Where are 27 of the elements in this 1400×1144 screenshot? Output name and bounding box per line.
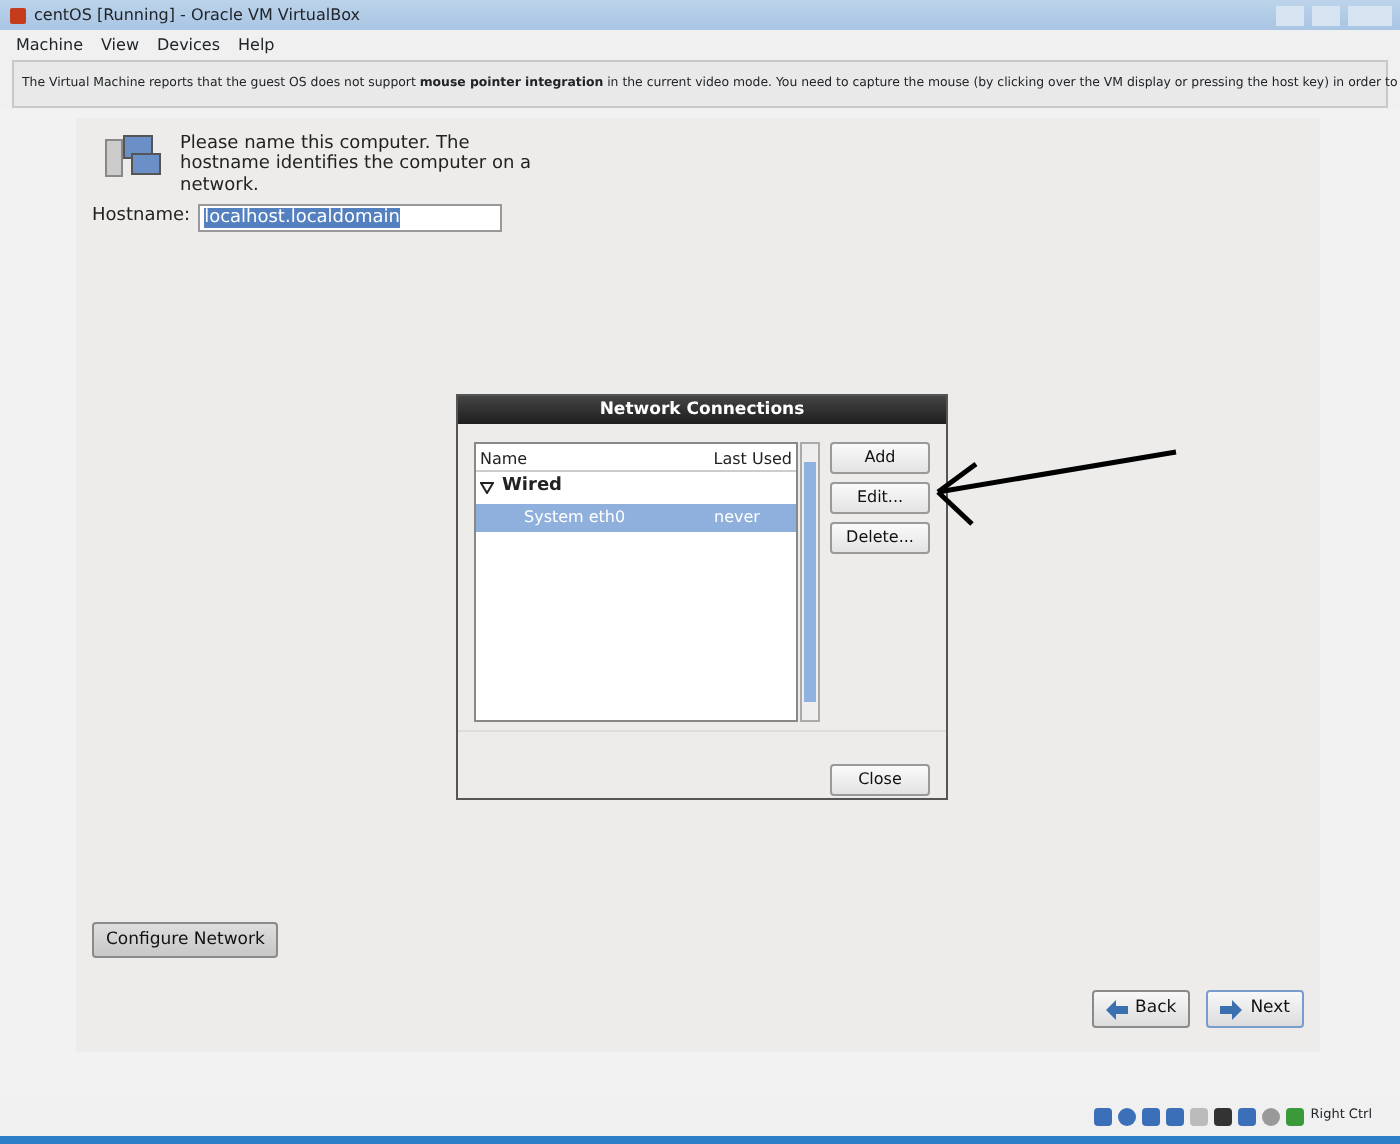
column-header[interactable]: Name [480, 448, 528, 466]
scrollbar[interactable] [800, 442, 820, 722]
app-icon [8, 5, 28, 25]
menu-item[interactable]: Devices [156, 34, 221, 54]
window-title: centOS [Running] - Oracle VM VirtualBox [34, 3, 360, 27]
next-arrow-icon [1220, 999, 1243, 1020]
last-used: never [714, 505, 760, 529]
group-label: Wired [502, 474, 562, 500]
configure-network-button[interactable]: Configure Network [92, 921, 279, 959]
computer-icon [104, 134, 164, 182]
column-header[interactable]: Last Used [713, 448, 792, 466]
hostname-field[interactable]: localhost.localdomain [198, 204, 503, 233]
add-button[interactable]: Add [830, 442, 930, 474]
next-button[interactable]: Next [1206, 990, 1304, 1028]
prompt-text: Please name this computer. The hostname identifies the computer on a network. [180, 134, 534, 197]
menu-item[interactable]: View [101, 34, 139, 54]
menu-item[interactable]: Help [238, 34, 275, 54]
back-arrow-icon [1105, 999, 1128, 1020]
delete-button[interactable]: Delete... [830, 522, 930, 554]
hostname-label: Hostname: [92, 204, 191, 231]
expander-icon[interactable] [480, 481, 494, 494]
back-button[interactable]: Back [1091, 990, 1191, 1028]
menu-item[interactable]: Machine [16, 34, 83, 54]
close-button[interactable]: Close [830, 764, 930, 796]
edit-button[interactable]: Edit... [830, 482, 930, 514]
dialog-title: Network Connections [458, 396, 946, 424]
connection-name: System eth0 [524, 505, 628, 529]
